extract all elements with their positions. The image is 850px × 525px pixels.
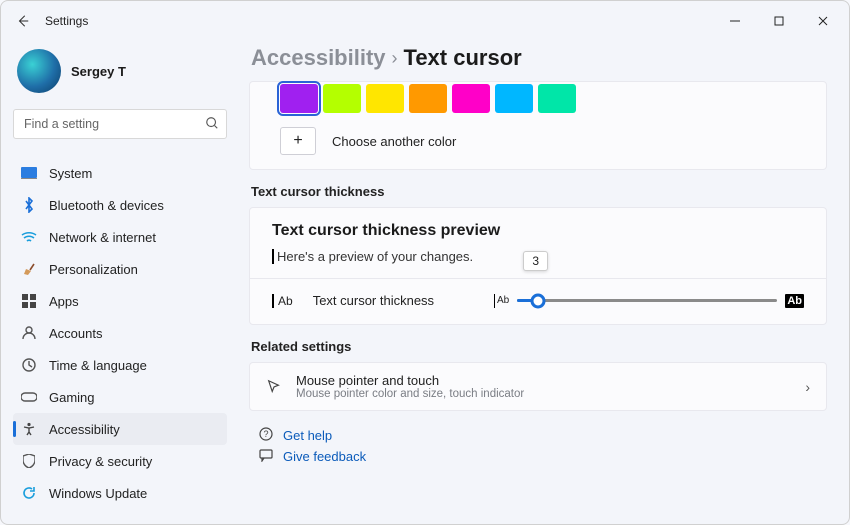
svg-text:?: ? <box>263 429 268 439</box>
apps-icon <box>21 293 37 309</box>
maximize-icon <box>774 16 784 26</box>
nav-system[interactable]: System <box>13 157 227 189</box>
nav-personalization[interactable]: Personalization <box>13 253 227 285</box>
arrow-left-icon <box>16 14 30 28</box>
mouse-pointer-link[interactable]: Mouse pointer and touch Mouse pointer co… <box>249 362 827 411</box>
wifi-icon <box>21 229 37 245</box>
thickness-value-tooltip: 3 <box>523 251 548 271</box>
update-icon <box>21 485 37 501</box>
slider-max-icon: Ab <box>785 294 804 308</box>
thickness-slider-row: Ab Text cursor thickness 3 Ab Ab <box>272 279 804 324</box>
color-swatch-teal[interactable] <box>538 84 576 113</box>
profile[interactable]: Sergey T <box>13 41 227 107</box>
accessibility-icon <box>21 421 37 437</box>
color-swatch-row <box>250 82 826 121</box>
clock-icon <box>21 357 37 373</box>
nav-label: Time & language <box>49 358 147 373</box>
search-icon <box>205 116 219 135</box>
choose-color-label: Choose another color <box>332 134 456 149</box>
bluetooth-icon <box>21 197 37 213</box>
nav-label: Personalization <box>49 262 138 277</box>
close-button[interactable] <box>801 6 845 36</box>
chevron-right-icon: › <box>392 48 398 69</box>
help-icon: ? <box>259 427 273 444</box>
color-swatch-orange[interactable] <box>409 84 447 113</box>
nav-accounts[interactable]: Accounts <box>13 317 227 349</box>
nav-label: Network & internet <box>49 230 156 245</box>
avatar <box>17 49 61 93</box>
breadcrumb-current: Text cursor <box>404 45 522 71</box>
color-swatch-cyan[interactable] <box>495 84 533 113</box>
get-help-link[interactable]: ? Get help <box>253 425 829 446</box>
color-card: + Choose another color <box>249 81 827 170</box>
nav-label: Privacy & security <box>49 454 152 469</box>
shield-icon <box>21 453 37 469</box>
color-swatch-magenta[interactable] <box>452 84 490 113</box>
breadcrumb-parent[interactable]: Accessibility <box>251 45 386 71</box>
slider-thumb[interactable] <box>531 293 546 308</box>
thickness-slider-label: Text cursor thickness <box>313 293 434 308</box>
nav-label: Accounts <box>49 326 102 341</box>
get-help-label: Get help <box>283 428 332 443</box>
give-feedback-label: Give feedback <box>283 449 366 464</box>
nav-accessibility[interactable]: Accessibility <box>13 413 227 445</box>
titlebar: Settings <box>1 1 849 41</box>
sidebar: Sergey T System Bluetooth & devices <box>1 41 239 524</box>
related-section-label: Related settings <box>251 339 825 354</box>
search-wrap <box>13 109 227 139</box>
nav-label: Bluetooth & devices <box>49 198 164 213</box>
window-title: Settings <box>45 14 88 28</box>
nav-label: Gaming <box>49 390 95 405</box>
nav-label: Windows Update <box>49 486 147 501</box>
nav-time[interactable]: Time & language <box>13 349 227 381</box>
brush-icon <box>21 261 37 277</box>
thickness-slider-area: Ab Ab <box>494 294 804 308</box>
person-icon <box>21 325 37 341</box>
nav-apps[interactable]: Apps <box>13 285 227 317</box>
thickness-slider[interactable] <box>517 299 777 302</box>
thickness-card: Text cursor thickness preview Here's a p… <box>249 207 827 325</box>
nav-bluetooth[interactable]: Bluetooth & devices <box>13 189 227 221</box>
breadcrumb: Accessibility › Text cursor <box>247 41 829 81</box>
nav: System Bluetooth & devices Network & int… <box>13 157 227 509</box>
close-icon <box>818 16 828 26</box>
main-content: Accessibility › Text cursor + Choose a <box>239 41 849 524</box>
thickness-section-label: Text cursor thickness <box>251 184 825 199</box>
minimize-button[interactable] <box>713 6 757 36</box>
nav-gaming[interactable]: Gaming <box>13 381 227 413</box>
color-swatch-purple[interactable] <box>280 84 318 113</box>
choose-color-row[interactable]: + Choose another color <box>250 121 826 169</box>
nav-label: System <box>49 166 92 181</box>
system-icon <box>21 165 37 181</box>
mouse-pointer-icon <box>266 379 282 395</box>
color-swatch-lime[interactable] <box>323 84 361 113</box>
mouse-link-title: Mouse pointer and touch <box>296 373 524 388</box>
nav-privacy[interactable]: Privacy & security <box>13 445 227 477</box>
nav-network[interactable]: Network & internet <box>13 221 227 253</box>
chevron-right-icon: › <box>805 379 810 395</box>
nav-label: Apps <box>49 294 79 309</box>
feedback-icon <box>259 448 273 465</box>
plus-icon: + <box>280 127 316 155</box>
thickness-preview-title: Text cursor thickness preview <box>272 222 804 240</box>
maximize-button[interactable] <box>757 6 801 36</box>
nav-update[interactable]: Windows Update <box>13 477 227 509</box>
username: Sergey T <box>71 64 126 79</box>
slider-min-icon: Ab <box>494 294 509 308</box>
minimize-icon <box>730 16 740 26</box>
back-button[interactable] <box>5 3 41 39</box>
search-input[interactable] <box>13 109 227 139</box>
color-swatch-yellow[interactable] <box>366 84 404 113</box>
cursor-sample-icon: Ab <box>272 294 293 308</box>
settings-window: Settings Sergey T System <box>0 0 850 525</box>
nav-label: Accessibility <box>49 422 120 437</box>
thickness-preview-text: Here's a preview of your changes. <box>272 249 473 264</box>
mouse-link-sub: Mouse pointer color and size, touch indi… <box>296 388 524 400</box>
give-feedback-link[interactable]: Give feedback <box>253 446 829 467</box>
gamepad-icon <box>21 389 37 405</box>
